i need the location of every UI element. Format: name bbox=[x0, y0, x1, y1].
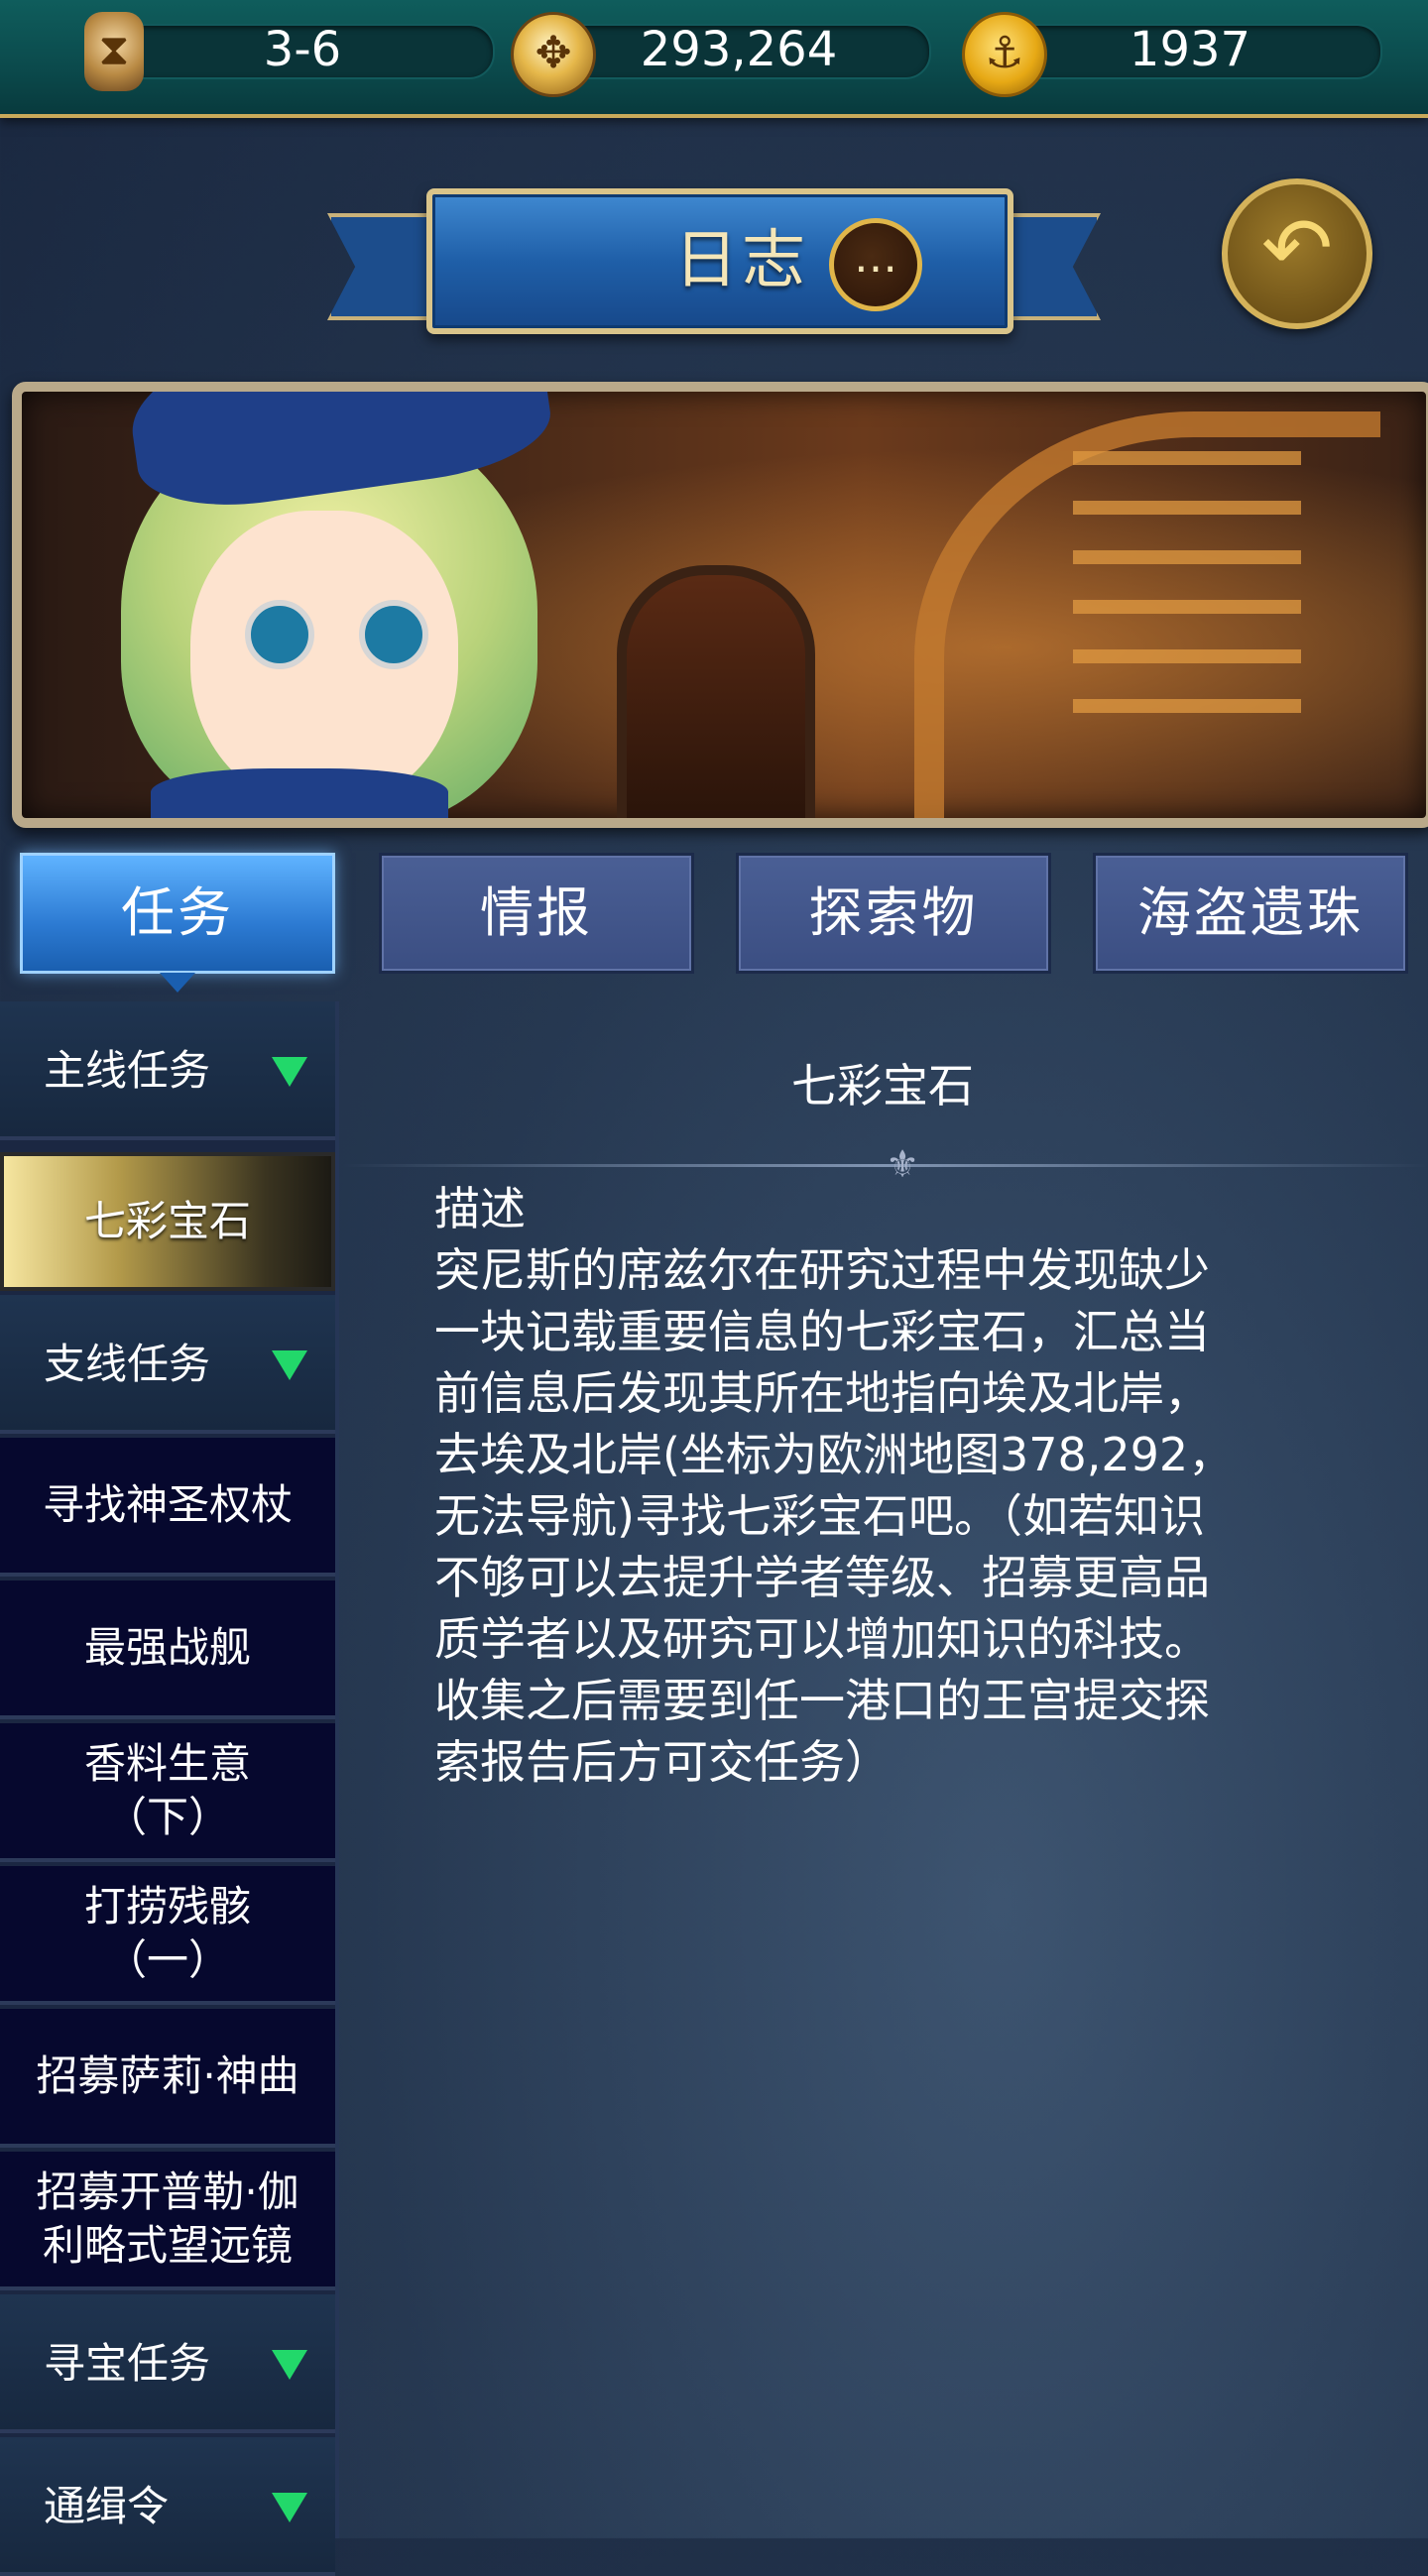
title-banner: 日志 … bbox=[327, 178, 1101, 347]
arched-door bbox=[617, 565, 815, 818]
back-arrow-button[interactable]: ↶ bbox=[1222, 178, 1372, 329]
character-coat bbox=[151, 768, 448, 818]
list-item[interactable]: 招募开普勒·伽 利略式望远镜 bbox=[0, 2152, 335, 2290]
tab-pirate-treasures[interactable]: 海盗遗珠 bbox=[1093, 853, 1408, 974]
anchor-coin-icon: ⚓ bbox=[962, 12, 1047, 97]
resource-bar: 3-6 ⧗ 293,264 ✥ 1937 ⚓ bbox=[0, 0, 1428, 118]
category-main-quest[interactable]: 主线任务 bbox=[0, 1001, 335, 1140]
silver-resource[interactable]: 293,264 ✥ bbox=[511, 12, 947, 97]
list-item-label: 寻找神圣权杖 bbox=[42, 1480, 293, 1529]
category-side-quest[interactable]: 支线任务 bbox=[0, 1295, 335, 1434]
spiral-stairs bbox=[914, 411, 1380, 818]
list-item-label: 最强战舰 bbox=[83, 1623, 251, 1672]
task-list: 主线任务 七彩宝石 支线任务 寻找神圣权杖 最强战舰 香料生意 （下） 打捞残骸… bbox=[0, 1001, 339, 2576]
hourglass-icon: ⧗ bbox=[84, 12, 144, 91]
list-item-label-line1: 香料生意 bbox=[83, 1739, 251, 1788]
category-label: 通缉令 bbox=[44, 2482, 170, 2530]
story-portrait-scene bbox=[12, 382, 1428, 828]
list-item[interactable]: 寻找神圣权杖 bbox=[0, 1438, 335, 1577]
gold-resource[interactable]: 1937 ⚓ bbox=[962, 12, 1398, 97]
quest-description: 突尼斯的席兹尔在研究过程中发现缺少 一块记载重要信息的七彩宝石，汇总当 前信息后… bbox=[434, 1243, 1235, 1789]
list-item-selected[interactable]: 七彩宝石 bbox=[0, 1152, 335, 1291]
expand-triangle-icon bbox=[272, 1057, 307, 1087]
compass-icon: ✥ bbox=[511, 12, 596, 97]
tab-discoveries[interactable]: 探索物 bbox=[736, 853, 1051, 974]
list-item-label-line1: 招募开普勒·伽 bbox=[36, 2167, 299, 2216]
category-label: 支线任务 bbox=[44, 1340, 211, 1388]
character-eye bbox=[245, 600, 314, 669]
category-wanted[interactable]: 通缉令 bbox=[0, 2437, 335, 2576]
expand-triangle-icon bbox=[272, 2350, 307, 2380]
turn-resource[interactable]: 3-6 ⧗ bbox=[74, 12, 511, 91]
expand-triangle-icon bbox=[272, 1350, 307, 1380]
list-item-label-line2: （下） bbox=[104, 1793, 230, 1841]
list-item-label-line2: （一） bbox=[104, 1935, 230, 1984]
list-item-label-line1: 打捞残骸 bbox=[83, 1882, 251, 1931]
banner-plate: 日志 … bbox=[426, 188, 1013, 334]
tab-intel[interactable]: 情报 bbox=[379, 853, 694, 974]
silver-value: 293,264 bbox=[640, 22, 838, 77]
list-item[interactable]: 招募萨莉·神曲 bbox=[0, 2009, 335, 2148]
divider-ornament-icon: ⚜ bbox=[885, 1142, 920, 1186]
tab-tasks[interactable]: 任务 bbox=[20, 853, 335, 993]
character-face bbox=[190, 511, 458, 808]
list-item-label-line2: 利略式望远镜 bbox=[42, 2221, 293, 2270]
list-item-label: 招募萨莉·神曲 bbox=[36, 2051, 299, 2100]
list-item[interactable]: 打捞残骸 （一） bbox=[0, 1866, 335, 2005]
category-treasure-quest[interactable]: 寻宝任务 bbox=[0, 2294, 335, 2433]
list-item[interactable]: 最强战舰 bbox=[0, 1581, 335, 1719]
description-label: 描述 bbox=[434, 1182, 526, 1235]
category-label: 主线任务 bbox=[44, 1046, 211, 1095]
page-title: 日志 bbox=[674, 224, 809, 297]
gold-value: 1937 bbox=[1129, 22, 1251, 77]
turn-value: 3-6 bbox=[263, 22, 342, 77]
category-label: 寻宝任务 bbox=[44, 2339, 211, 2388]
list-item-label: 七彩宝石 bbox=[83, 1197, 251, 1245]
quest-title: 七彩宝石 bbox=[791, 1059, 974, 1112]
character-eye bbox=[359, 600, 428, 669]
list-item[interactable]: 香料生意 （下） bbox=[0, 1723, 335, 1862]
expand-triangle-icon bbox=[272, 2493, 307, 2522]
chat-bubble-icon[interactable]: … bbox=[829, 218, 922, 311]
